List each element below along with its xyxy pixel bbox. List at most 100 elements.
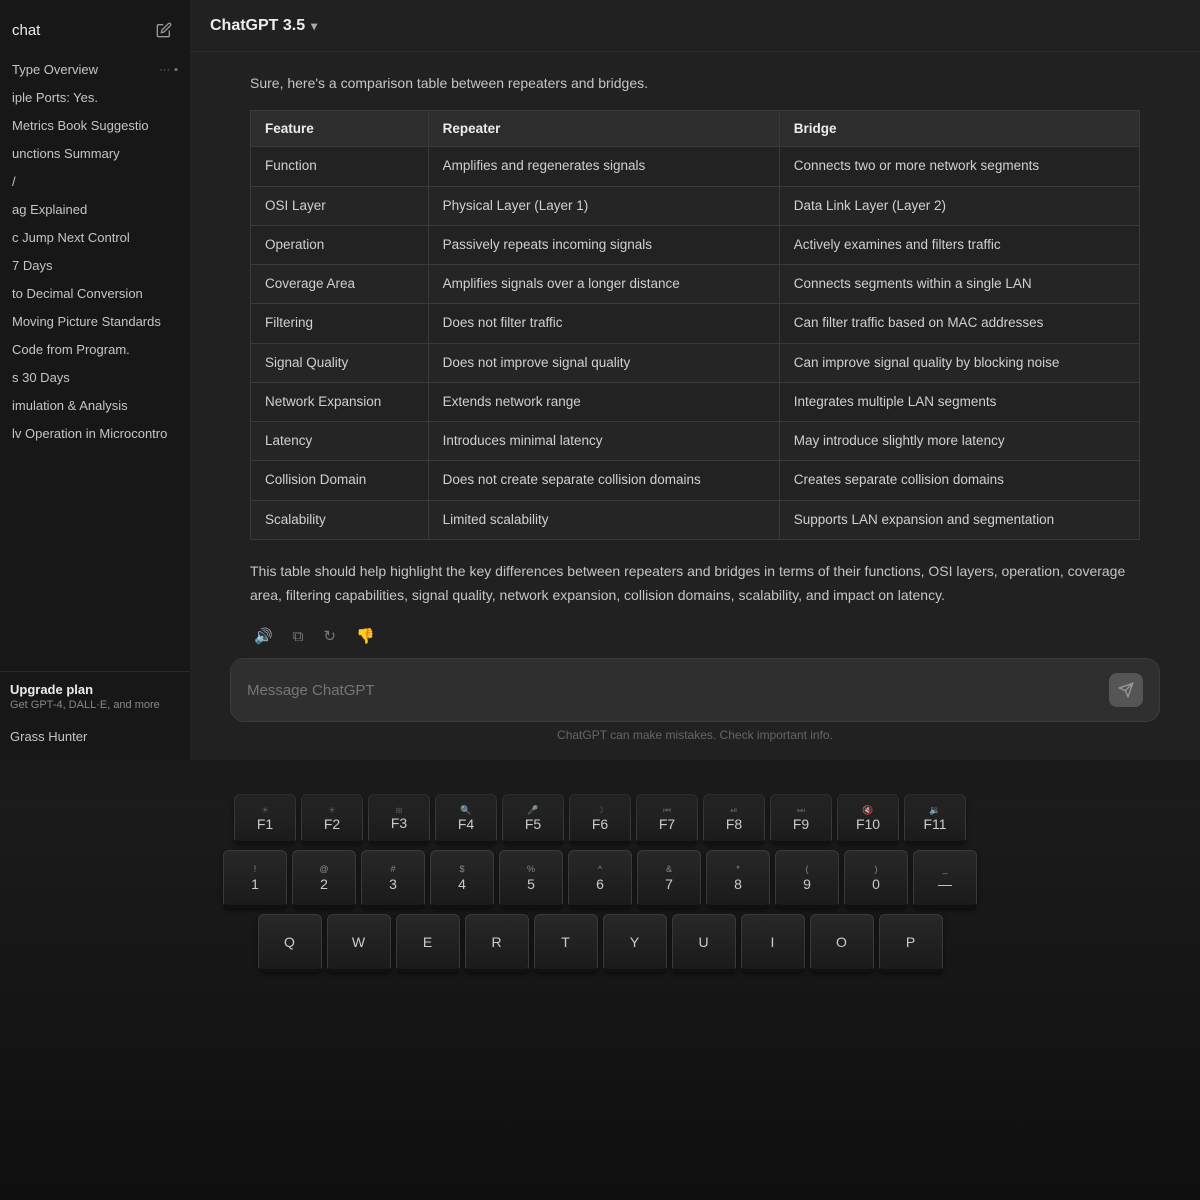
model-selector[interactable]: ChatGPT 3.5 ▾ bbox=[210, 17, 317, 35]
sidebar-item-13[interactable]: lv Operation in Microcontro bbox=[4, 420, 186, 447]
sidebar-item-6[interactable]: c Jump Next Control bbox=[4, 224, 186, 251]
sidebar-item-type-overview[interactable]: Type Overview ··· ▪ bbox=[4, 56, 186, 83]
key-6[interactable]: ^6 bbox=[568, 850, 632, 908]
grass-hunter-item[interactable]: Grass Hunter bbox=[0, 721, 190, 752]
key-t[interactable]: T bbox=[534, 914, 598, 972]
new-chat-button[interactable] bbox=[150, 16, 178, 44]
table-cell-0-2: Connects two or more network segments bbox=[779, 147, 1139, 186]
table-row: FunctionAmplifies and regenerates signal… bbox=[251, 147, 1140, 186]
table-cell-8-0: Collision Domain bbox=[251, 461, 429, 500]
upgrade-title: Upgrade plan bbox=[10, 682, 180, 697]
table-cell-6-2: Integrates multiple LAN segments bbox=[779, 382, 1139, 421]
sidebar-item-2[interactable]: Metrics Book Suggestio bbox=[4, 112, 186, 139]
table-row: OSI LayerPhysical Layer (Layer 1)Data Li… bbox=[251, 186, 1140, 225]
table-cell-2-2: Actively examines and filters traffic bbox=[779, 225, 1139, 264]
table-row: FilteringDoes not filter trafficCan filt… bbox=[251, 304, 1140, 343]
sidebar-item-8[interactable]: to Decimal Conversion bbox=[4, 280, 186, 307]
key-2[interactable]: @2 bbox=[292, 850, 356, 908]
key-u[interactable]: U bbox=[672, 914, 736, 972]
table-row: Coverage AreaAmplifies signals over a lo… bbox=[251, 265, 1140, 304]
table-cell-2-0: Operation bbox=[251, 225, 429, 264]
table-cell-9-0: Scalability bbox=[251, 500, 429, 539]
table-cell-4-1: Does not filter traffic bbox=[428, 304, 779, 343]
sidebar-item-4[interactable]: / bbox=[4, 168, 186, 195]
copy-button[interactable]: ⧉ bbox=[289, 623, 308, 646]
key-1[interactable]: !1 bbox=[223, 850, 287, 908]
key-i[interactable]: I bbox=[741, 914, 805, 972]
table-row: Signal QualityDoes not improve signal qu… bbox=[251, 343, 1140, 382]
sidebar-item-3[interactable]: unctions Summary bbox=[4, 140, 186, 167]
model-name: ChatGPT 3.5 bbox=[210, 17, 305, 35]
table-cell-2-1: Passively repeats incoming signals bbox=[428, 225, 779, 264]
keyboard-shadow bbox=[0, 760, 1200, 820]
table-cell-7-1: Introduces minimal latency bbox=[428, 422, 779, 461]
sidebar-item-9[interactable]: Moving Picture Standards bbox=[4, 308, 186, 335]
table-cell-0-1: Amplifies and regenerates signals bbox=[428, 147, 779, 186]
table-cell-8-2: Creates separate collision domains bbox=[779, 461, 1139, 500]
audio-button[interactable]: 🔊 bbox=[250, 623, 277, 646]
upgrade-subtitle: Get GPT-4, DALL·E, and more bbox=[10, 699, 180, 711]
footer-text: ChatGPT can make mistakes. Check importa… bbox=[230, 722, 1160, 752]
table-cell-9-1: Limited scalability bbox=[428, 500, 779, 539]
chevron-down-icon: ▾ bbox=[311, 19, 317, 33]
sidebar: chat Type Overview ··· ▪ i bbox=[0, 0, 190, 760]
table-cell-3-1: Amplifies signals over a longer distance bbox=[428, 265, 779, 304]
key-3[interactable]: #3 bbox=[361, 850, 425, 908]
key-e[interactable]: E bbox=[396, 914, 460, 972]
key-w[interactable]: W bbox=[327, 914, 391, 972]
table-cell-1-0: OSI Layer bbox=[251, 186, 429, 225]
table-header-repeater: Repeater bbox=[428, 111, 779, 147]
key-r[interactable]: R bbox=[465, 914, 529, 972]
summary-text: This table should help highlight the key… bbox=[250, 560, 1140, 608]
table-cell-6-1: Extends network range bbox=[428, 382, 779, 421]
table-cell-4-2: Can filter traffic based on MAC addresse… bbox=[779, 304, 1139, 343]
key-4[interactable]: $4 bbox=[430, 850, 494, 908]
table-cell-5-1: Does not improve signal quality bbox=[428, 343, 779, 382]
sidebar-item-7[interactable]: 7 Days bbox=[4, 252, 186, 279]
message-input-container bbox=[230, 658, 1160, 722]
key-5[interactable]: %5 bbox=[499, 850, 563, 908]
key-y[interactable]: Y bbox=[603, 914, 667, 972]
key-9[interactable]: (9 bbox=[775, 850, 839, 908]
input-area: ChatGPT can make mistakes. Check importa… bbox=[190, 646, 1200, 760]
table-row: OperationPassively repeats incoming sign… bbox=[251, 225, 1140, 264]
sidebar-header: chat bbox=[0, 8, 190, 56]
refresh-button[interactable]: ↻ bbox=[319, 623, 340, 646]
chat-area: Sure, here's a comparison table between … bbox=[190, 52, 1200, 646]
sidebar-item-1[interactable]: iple Ports: Yes. bbox=[4, 84, 186, 111]
sidebar-nav: Type Overview ··· ▪ iple Ports: Yes. Met… bbox=[0, 56, 190, 663]
table-cell-3-2: Connects segments within a single LAN bbox=[779, 265, 1139, 304]
upgrade-box[interactable]: Upgrade plan Get GPT-4, DALL·E, and more bbox=[0, 671, 190, 721]
table-cell-0-0: Function bbox=[251, 147, 429, 186]
key-7[interactable]: &7 bbox=[637, 850, 701, 908]
keyboard-section: ☀F1 ☀F2 ⊞F3 🔍F4 🎤F5 ☽F6 ⏮F7 ⏯F8 ⏭F9 🔇F10… bbox=[0, 760, 1200, 1200]
table-row: ScalabilityLimited scalabilitySupports L… bbox=[251, 500, 1140, 539]
item-actions-dots[interactable]: ··· bbox=[159, 64, 170, 76]
table-header-bridge: Bridge bbox=[779, 111, 1139, 147]
sidebar-item-10[interactable]: Code from Program. bbox=[4, 336, 186, 363]
key-0[interactable]: )0 bbox=[844, 850, 908, 908]
key-8[interactable]: *8 bbox=[706, 850, 770, 908]
table-row: LatencyIntroduces minimal latencyMay int… bbox=[251, 422, 1140, 461]
table-cell-4-0: Filtering bbox=[251, 304, 429, 343]
table-cell-7-0: Latency bbox=[251, 422, 429, 461]
message-actions: 🔊 ⧉ ↻ 👎 bbox=[250, 623, 1140, 646]
sidebar-item-5[interactable]: ag Explained bbox=[4, 196, 186, 223]
table-row: Collision DomainDoes not create separate… bbox=[251, 461, 1140, 500]
table-cell-1-1: Physical Layer (Layer 1) bbox=[428, 186, 779, 225]
key-p[interactable]: P bbox=[879, 914, 943, 972]
table-cell-5-0: Signal Quality bbox=[251, 343, 429, 382]
sidebar-item-12[interactable]: imulation & Analysis bbox=[4, 392, 186, 419]
item-actions-icon[interactable]: ▪ bbox=[174, 64, 178, 76]
key-o[interactable]: O bbox=[810, 914, 874, 972]
comparison-table: Feature Repeater Bridge FunctionAmplifie… bbox=[250, 110, 1140, 540]
send-button[interactable] bbox=[1109, 673, 1143, 707]
table-cell-6-0: Network Expansion bbox=[251, 382, 429, 421]
message-input[interactable] bbox=[247, 682, 1109, 699]
key-q[interactable]: Q bbox=[258, 914, 322, 972]
key-minus[interactable]: _— bbox=[913, 850, 977, 908]
table-cell-8-1: Does not create separate collision domai… bbox=[428, 461, 779, 500]
table-cell-7-2: May introduce slightly more latency bbox=[779, 422, 1139, 461]
thumbsdown-button[interactable]: 👎 bbox=[352, 623, 379, 646]
sidebar-item-11[interactable]: s 30 Days bbox=[4, 364, 186, 391]
